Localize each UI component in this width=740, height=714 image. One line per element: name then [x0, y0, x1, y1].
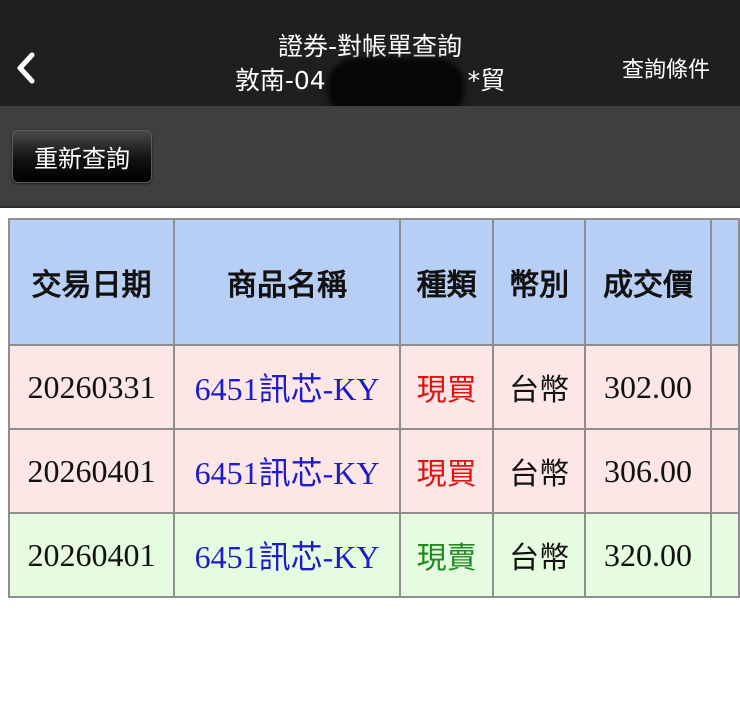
cell-product: 6451訊芯-KY: [173, 344, 401, 430]
toolbar-divider: [0, 206, 740, 208]
cell-overflow: [710, 512, 740, 598]
column-header-type: 種類: [398, 218, 495, 346]
table-row[interactable]: 20260331 6451訊芯-KY 現買 台幣 302.00: [7, 344, 740, 430]
requery-button[interactable]: 重新查詢: [12, 130, 152, 183]
cell-price: 306.00: [583, 428, 713, 514]
cell-currency: 台幣: [492, 512, 586, 598]
column-header-price: 成交價: [583, 218, 713, 346]
cell-date: 20260401: [7, 512, 176, 598]
cell-price: 320.00: [583, 512, 713, 598]
cell-currency: 台幣: [492, 428, 586, 514]
column-header-product: 商品名稱: [173, 218, 401, 346]
table-row[interactable]: 20260401 6451訊芯-KY 現買 台幣 306.00: [7, 428, 740, 514]
cell-type: 現賣: [398, 512, 495, 598]
chevron-left-icon: [17, 52, 35, 84]
table-row[interactable]: 20260401 6451訊芯-KY 現賣 台幣 320.00: [7, 512, 740, 598]
cell-date: 20260401: [7, 428, 176, 514]
table-header-row: 交易日期 商品名稱 種類 幣別 成交價: [7, 218, 740, 346]
account-prefix: 敦南-04: [234, 66, 326, 95]
cell-overflow: [710, 428, 740, 514]
cell-date: 20260331: [7, 344, 176, 430]
column-header-currency: 幣別: [492, 218, 586, 346]
cell-product: 6451訊芯-KY: [173, 512, 401, 598]
cell-product: 6451訊芯-KY: [173, 428, 401, 514]
cell-type: 現買: [398, 428, 495, 514]
cell-overflow: [710, 344, 740, 430]
column-header-date: 交易日期: [7, 218, 176, 346]
cell-type: 現買: [398, 344, 495, 430]
cell-price: 302.00: [583, 344, 713, 430]
column-header-overflow: [710, 218, 740, 346]
query-conditions-button[interactable]: 查詢條件: [622, 52, 710, 84]
back-button[interactable]: [8, 40, 48, 96]
account-suffix: *貿: [467, 66, 506, 95]
cell-currency: 台幣: [492, 344, 586, 430]
statement-table: 交易日期 商品名稱 種類 幣別 成交價 20260331 6451訊芯-KY 現…: [7, 218, 740, 598]
